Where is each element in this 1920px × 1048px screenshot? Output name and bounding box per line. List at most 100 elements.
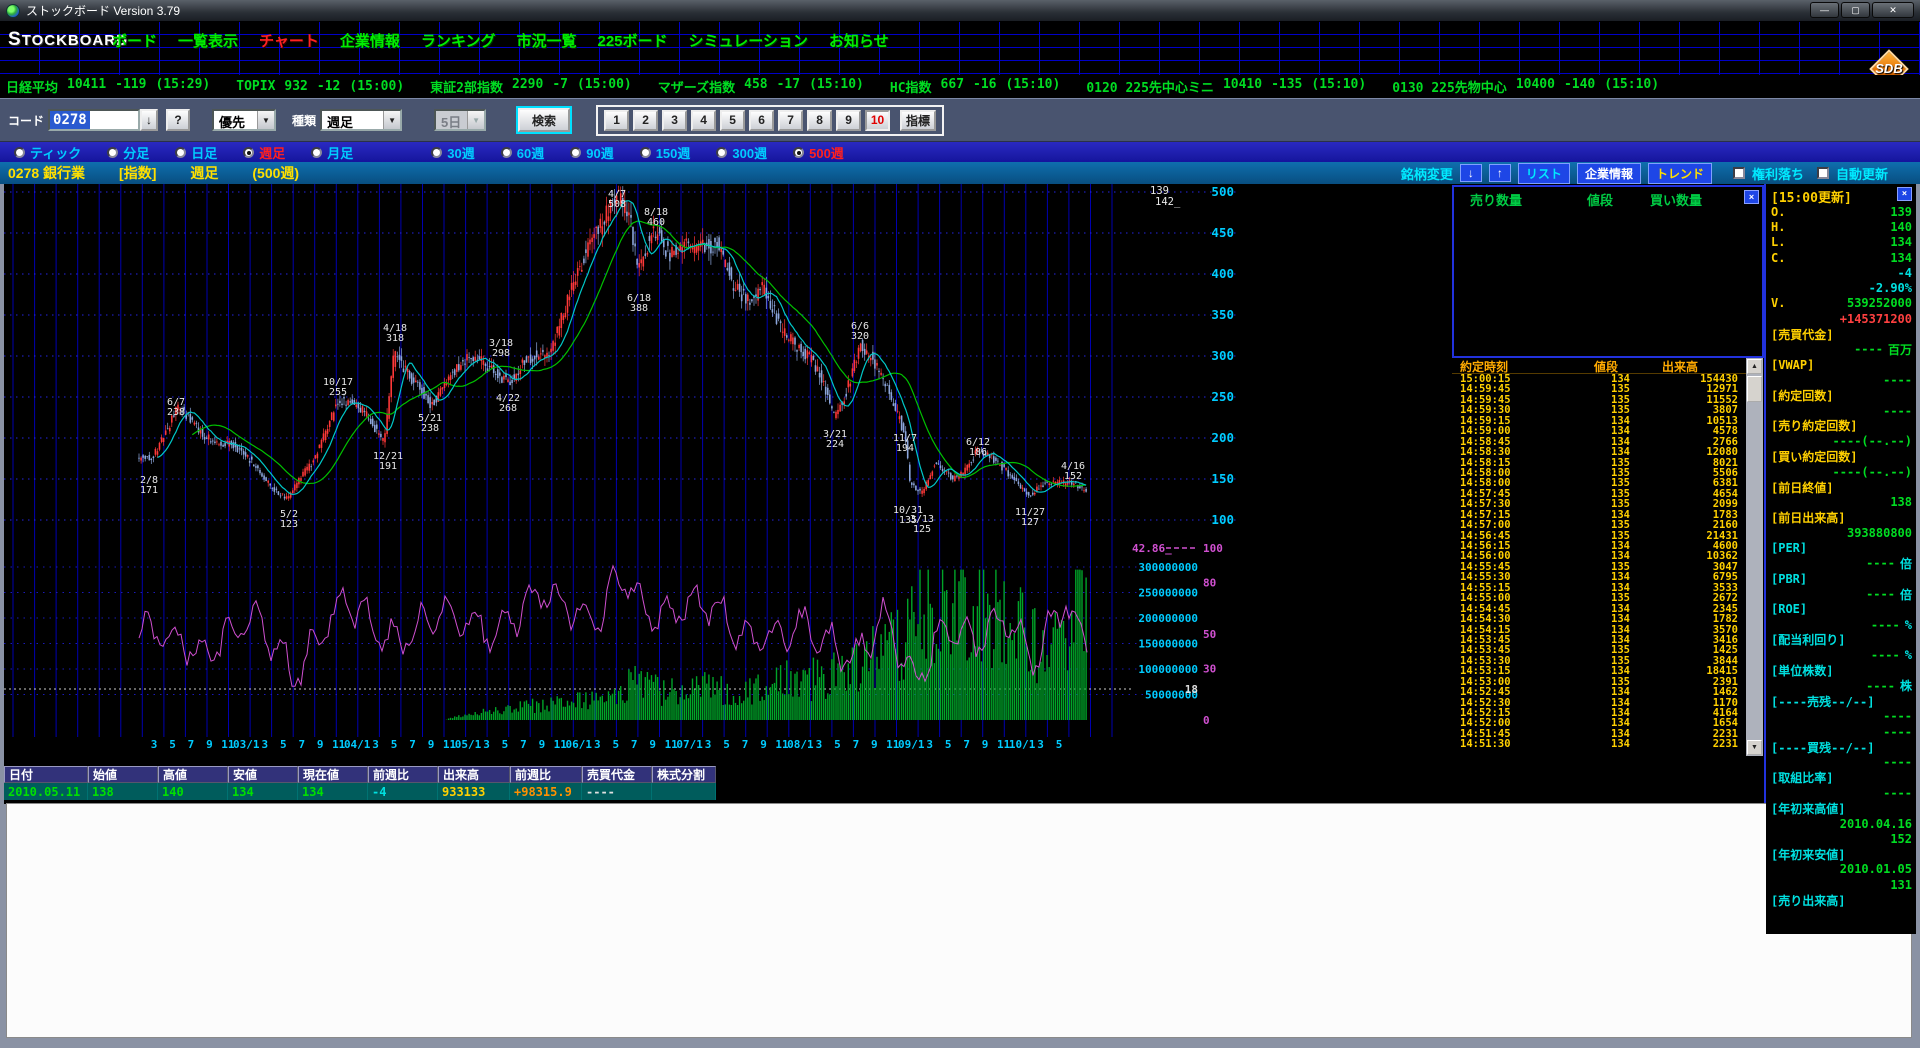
period-radio-150週[interactable]: 150週	[640, 143, 691, 162]
radio-label: 30週	[447, 143, 474, 162]
ticker-name: 東証2部指数	[430, 77, 503, 96]
svg-text:5: 5	[391, 738, 398, 751]
quote-unit: 倍	[1900, 555, 1912, 572]
code-spinner[interactable]: ↓	[140, 109, 158, 131]
svg-text:450: 450	[1211, 225, 1234, 240]
chart-count-button-9[interactable]: 9	[836, 110, 861, 131]
maximize-button[interactable]: ▢	[1841, 2, 1870, 18]
scrollbar-thumb[interactable]	[1747, 376, 1762, 402]
menu-item-市況一覧[interactable]: 市況一覧	[516, 30, 576, 51]
quote-line: ----	[1771, 372, 1912, 387]
ticker-time: (15:10)	[1604, 77, 1659, 96]
svg-text:250: 250	[1211, 389, 1234, 404]
period-radio-月足[interactable]: 月足	[311, 143, 353, 162]
ticker-time: (15:10)	[1006, 77, 1061, 96]
ex-rights-checkbox[interactable]	[1733, 167, 1745, 179]
chart-count-button-5[interactable]: 5	[720, 110, 745, 131]
quote-label: [ROE]	[1771, 602, 1807, 616]
quote-line: [売り出来高]	[1771, 892, 1912, 907]
list-button[interactable]: リスト	[1518, 163, 1570, 184]
menu-item-シミュレーション[interactable]: シミュレーション	[689, 30, 808, 51]
close-button[interactable]: ✕	[1872, 2, 1914, 18]
radio-icon	[311, 147, 322, 158]
period-radio-日足[interactable]: 日足	[175, 143, 217, 162]
svg-text:03/1: 03/1	[233, 738, 260, 751]
svg-text:5: 5	[723, 738, 730, 751]
close-icon[interactable]: ×	[1897, 187, 1912, 201]
svg-text:400: 400	[1211, 266, 1234, 281]
radio-label: 分足	[123, 143, 149, 162]
svg-text:18: 18	[1185, 683, 1198, 696]
auto-refresh-checkbox[interactable]	[1817, 167, 1829, 179]
type-dropdown[interactable]: 週足▼	[320, 109, 402, 131]
company-info-button[interactable]: 企業情報	[1577, 163, 1641, 184]
quote-line: ----倍	[1771, 586, 1912, 601]
menu-item-お知らせ[interactable]: お知らせ	[829, 30, 889, 51]
ticker-change: -119	[115, 77, 146, 96]
chart-count-button-3[interactable]: 3	[662, 110, 687, 131]
ticker-item: 0130 225先物中心10400-140(15:10)	[1392, 77, 1659, 96]
search-button[interactable]: 検索	[518, 108, 570, 132]
quote-label: V.	[1771, 296, 1785, 310]
quote-line: [年初来高値]	[1771, 801, 1912, 816]
menu-item-一覧表示[interactable]: 一覧表示	[178, 30, 238, 51]
quote-unit: 倍	[1900, 586, 1912, 603]
period-radio-ティック[interactable]: ティック	[14, 143, 81, 162]
minimize-button[interactable]: —	[1810, 2, 1839, 18]
period-radio-60週[interactable]: 60週	[501, 143, 544, 162]
menu-item-企業情報[interactable]: 企業情報	[340, 30, 400, 51]
chart-count-button-7[interactable]: 7	[778, 110, 803, 131]
chart-count-button-10[interactable]: 10	[865, 110, 890, 131]
chart-count-button-2[interactable]: 2	[633, 110, 658, 131]
tape-scrollbar[interactable]: ▲ ▼	[1746, 358, 1763, 756]
ticker-change: -140	[1564, 77, 1595, 96]
candlestick-chart[interactable]: 5004504003503002502001501003000000002500…	[4, 184, 1240, 756]
svg-text:9: 9	[428, 738, 435, 751]
order-book-panel: 売り数量 値段 買い数量 ×	[1452, 185, 1764, 358]
svg-text:9: 9	[649, 738, 656, 751]
svg-text:5: 5	[612, 738, 619, 751]
trend-button[interactable]: トレンド	[1648, 163, 1712, 184]
svg-text:268: 268	[499, 403, 517, 414]
priority-dropdown[interactable]: 優先▼	[212, 109, 276, 131]
svg-text:5: 5	[1056, 738, 1063, 751]
quote-value: ----	[1883, 786, 1912, 800]
svg-text:150000000: 150000000	[1138, 638, 1198, 651]
scroll-down-icon[interactable]: ▼	[1747, 740, 1762, 755]
chart-count-button-8[interactable]: 8	[807, 110, 832, 131]
ticker-value: 2290	[512, 77, 543, 96]
period-radio-90週[interactable]: 90週	[570, 143, 613, 162]
period-radio-分足[interactable]: 分足	[107, 143, 149, 162]
menu-item-225ボード[interactable]: 225ボード	[597, 30, 667, 51]
exec-time: 14:51:30	[1460, 739, 1511, 749]
symbol-down-button[interactable]: ↓	[1460, 164, 1482, 182]
menu-item-ランキング[interactable]: ランキング	[421, 30, 496, 51]
svg-text:05/1: 05/1	[455, 738, 482, 751]
weekly-table-row: 2010.05.11138140134134-4933133+98315.9--…	[4, 783, 716, 800]
ticker-item: 0120 225先中心ミニ10410-135(15:10)	[1086, 77, 1366, 96]
menu-item-チャート[interactable]: チャート	[259, 30, 319, 51]
exec-volume: 12080	[1706, 447, 1738, 457]
symbol-up-button[interactable]: ↑	[1489, 164, 1511, 182]
period-radio-300週[interactable]: 300週	[716, 143, 767, 162]
chart-count-button-6[interactable]: 6	[749, 110, 774, 131]
table-header-株式分割: 株式分割	[652, 766, 716, 783]
menu-item-ボード[interactable]: ボード	[112, 30, 157, 51]
radio-label: 90週	[586, 143, 613, 162]
close-icon[interactable]: ×	[1744, 190, 1759, 204]
ticker-value: 458	[744, 77, 767, 96]
code-input[interactable]: 0278	[48, 109, 140, 131]
quote-line: ----	[1771, 724, 1912, 739]
period-radio-500週[interactable]: 500週	[793, 143, 844, 162]
help-button[interactable]: ?	[166, 109, 190, 131]
chart-count-button-1[interactable]: 1	[604, 110, 629, 131]
svg-text:9: 9	[539, 738, 546, 751]
indicator-button[interactable]: 指標	[900, 110, 936, 131]
table-header-始値: 始値	[88, 766, 158, 783]
scroll-up-icon[interactable]: ▲	[1747, 359, 1762, 374]
chart-count-button-4[interactable]: 4	[691, 110, 716, 131]
period-radio-週足[interactable]: 週足	[243, 143, 285, 162]
period-radio-30週[interactable]: 30週	[431, 143, 474, 162]
exec-time: 14:58:30	[1460, 447, 1511, 457]
quote-value: 134	[1890, 251, 1912, 265]
